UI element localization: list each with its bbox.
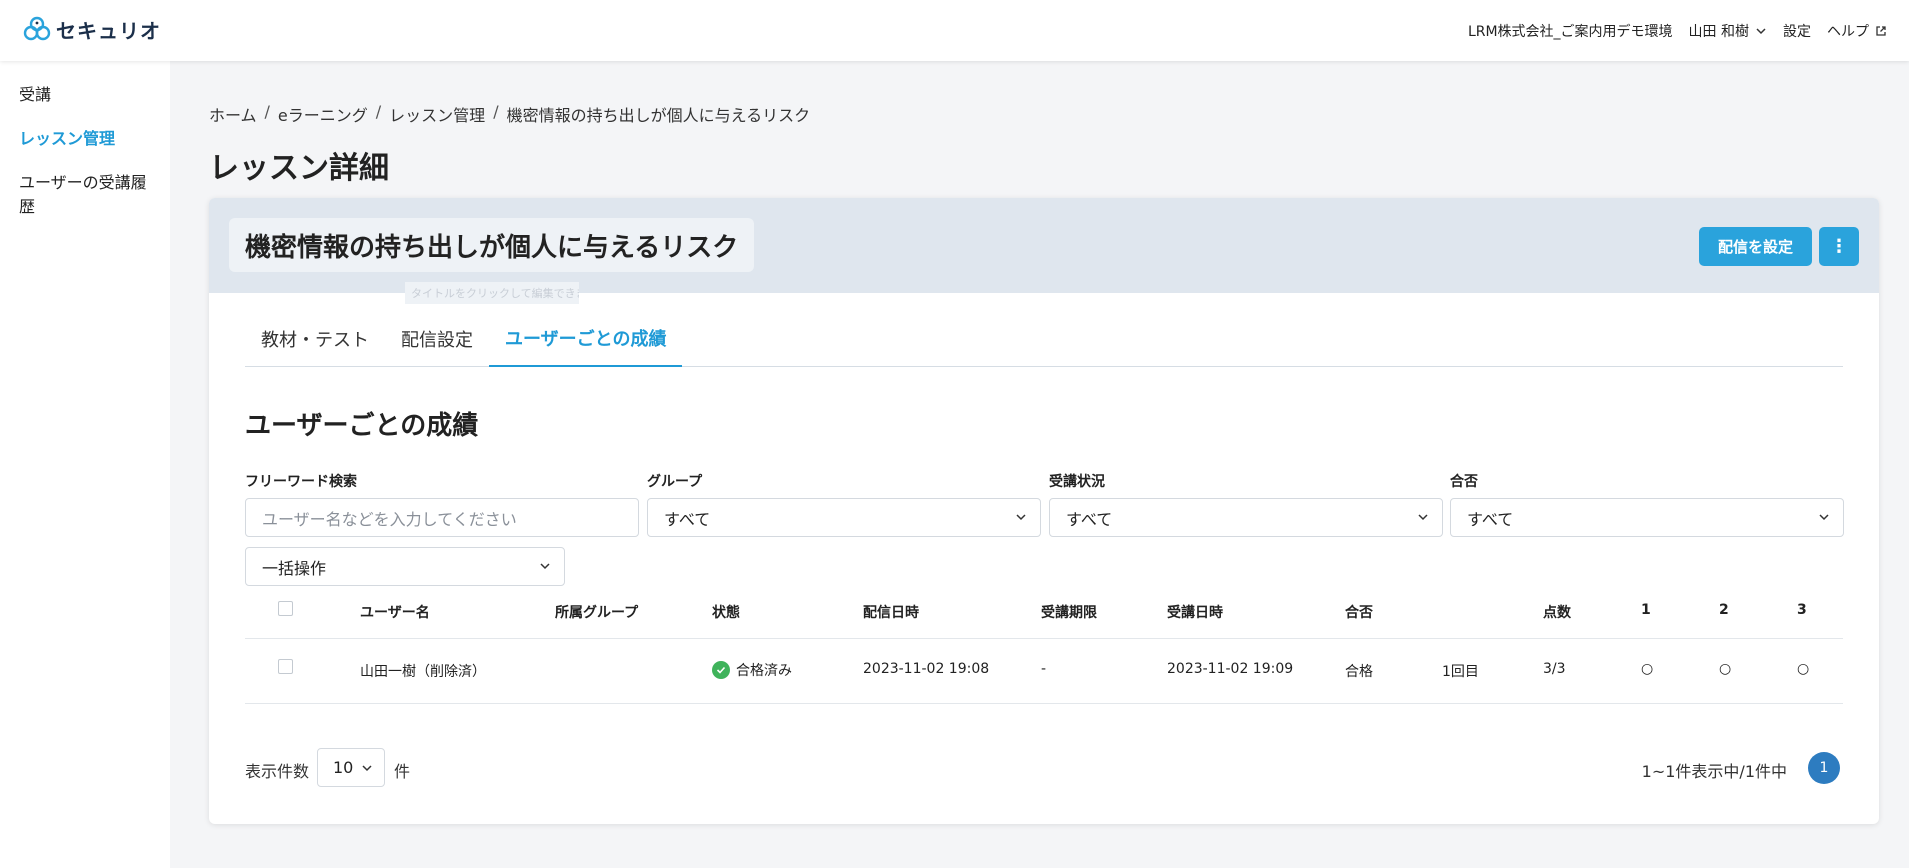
chevron-down-icon (540, 563, 550, 570)
cell-status: 合格済み (712, 660, 792, 680)
pass-label: 合否 (1450, 474, 1478, 490)
cell-result: 合格 (1345, 664, 1373, 680)
table-divider (245, 703, 1843, 704)
deliver-settings-button[interactable]: 配信を設定 (1699, 227, 1812, 266)
cell-user[interactable]: 山田一樹（削除済） (360, 661, 486, 681)
col-delivered[interactable]: 配信日時 (863, 602, 919, 622)
col-q3: 3 (1797, 602, 1807, 618)
table-divider (245, 638, 1843, 639)
group-label: グループ (647, 474, 703, 490)
per-page-unit: 件 (394, 762, 411, 781)
col-group[interactable]: 所属グループ (555, 602, 638, 622)
tab-bar: 教材・テスト 配信設定 ユーザーごとの成績 (245, 310, 1843, 367)
col-status[interactable]: 状態 (712, 602, 740, 622)
status-select-value: すべて (1066, 509, 1113, 529)
col-taken[interactable]: 受講日時 (1167, 602, 1223, 622)
help-label: ヘルプ (1827, 23, 1869, 40)
help-link[interactable]: ヘルプ (1827, 21, 1887, 41)
pass-select-value: すべて (1467, 509, 1514, 529)
cell-q2: ○ (1719, 661, 1732, 677)
col-score[interactable]: 点数 (1543, 602, 1571, 622)
cell-score: 3/3 (1543, 661, 1566, 677)
bulk-action-label: 一括操作 (262, 558, 327, 578)
tab-delivery-settings[interactable]: 配信設定 (385, 310, 489, 367)
cell-q1: ○ (1641, 661, 1654, 677)
tab-materials[interactable]: 教材・テスト (245, 310, 385, 367)
page-title: レッスン詳細 (209, 151, 389, 186)
select-all-checkbox[interactable] (278, 601, 293, 616)
breadcrumb-separator: / (264, 102, 270, 121)
col-user[interactable]: ユーザー名 (360, 602, 430, 622)
pagination-summary: 1~1件表示中/1件中 (1641, 762, 1787, 781)
row-checkbox[interactable] (278, 659, 293, 674)
col-result[interactable]: 合否 (1345, 602, 1373, 622)
section-title: ユーザーごとの成績 (245, 411, 479, 441)
breadcrumb: ホーム / eラーニング / レッスン管理 / 機密情報の持ち出しが個人に与える… (209, 102, 810, 126)
cell-attempt: 1回目 (1442, 664, 1479, 680)
status-select[interactable]: すべて (1049, 498, 1443, 537)
edit-hint-tooltip: タイトルをクリックして編集できます (405, 282, 579, 304)
chevron-down-icon (1819, 514, 1829, 521)
user-name: 山田 和樹 (1688, 23, 1749, 40)
breadcrumb-elearning[interactable]: eラーニング (278, 102, 368, 126)
cell-deadline: - (1041, 661, 1047, 677)
per-page-select[interactable]: 10 (317, 748, 385, 787)
app-header: セキュリオ LRM株式会社_ご案内用デモ環境 山田 和樹 設定 ヘルプ (0, 0, 1909, 61)
settings-label: 設定 (1783, 23, 1811, 40)
keyword-search-input[interactable]: ユーザー名などを入力してください (245, 498, 639, 537)
lesson-title[interactable]: 機密情報の持ち出しが個人に与えるリスク (229, 218, 755, 272)
breadcrumb-current: 機密情報の持ち出しが個人に与えるリスク (506, 106, 811, 125)
cell-q3: ○ (1797, 661, 1810, 677)
col-q2: 2 (1719, 602, 1729, 618)
logo-icon (23, 16, 51, 41)
group-select-value: すべて (664, 509, 711, 529)
cell-taken: 2023-11-02 19:09 (1167, 661, 1294, 677)
logo-text: セキュリオ (56, 18, 161, 43)
chevron-down-icon (1418, 514, 1428, 521)
lesson-card: 機密情報の持ち出しが個人に与えるリスク 配信を設定 ⋮ タイトルをクリックして編… (209, 198, 1879, 824)
header-nav: LRM株式会社_ご案内用デモ環境 山田 和樹 設定 ヘルプ (1468, 0, 1909, 61)
sidebar-item-user-history[interactable]: ユーザーの受講履歴 (19, 171, 159, 219)
status-label: 合格済み (736, 663, 792, 679)
company-label: LRM株式会社_ご案内用デモ環境 (1467, 23, 1673, 40)
keyword-label: フリーワード検索 (245, 474, 357, 490)
sidebar-item-attend[interactable]: 受講 (19, 83, 159, 107)
company-name: LRM株式会社_ご案内用デモ環境 (1468, 21, 1673, 41)
logo[interactable]: セキュリオ (22, 14, 161, 44)
sidebar-item-lesson-management[interactable]: レッスン管理 (19, 127, 159, 151)
bulk-action-select[interactable]: 一括操作 (245, 547, 565, 586)
col-deadline[interactable]: 受講期限 (1041, 602, 1097, 622)
sidebar: 受講 レッスン管理 ユーザーの受講履歴 (0, 61, 170, 868)
breadcrumb-separator: / (375, 102, 382, 121)
breadcrumb-home[interactable]: ホーム (209, 102, 257, 126)
pass-select[interactable]: すべて (1450, 498, 1844, 537)
settings-link[interactable]: 設定 (1783, 21, 1811, 41)
page-button-1[interactable]: 1 (1808, 752, 1840, 784)
kebab-icon: ⋮ (1830, 236, 1848, 257)
more-options-button[interactable]: ⋮ (1819, 227, 1859, 266)
chevron-down-icon (362, 765, 372, 772)
col-q1: 1 (1641, 602, 1651, 618)
group-select[interactable]: すべて (647, 498, 1041, 537)
cell-delivered: 2023-11-02 19:08 (863, 661, 990, 677)
chevron-down-icon (1016, 514, 1026, 521)
per-page-value: 10 (333, 758, 354, 777)
per-page-label: 表示件数 (245, 762, 310, 781)
breadcrumb-lesson-management[interactable]: レッスン管理 (389, 102, 485, 126)
check-circle-icon (712, 661, 730, 679)
external-link-icon (1876, 25, 1886, 36)
chevron-down-icon (1756, 27, 1766, 34)
breadcrumb-separator: / (493, 102, 499, 121)
status-label: 受講状況 (1049, 474, 1105, 490)
lesson-header: 機密情報の持ち出しが個人に与えるリスク 配信を設定 ⋮ (209, 198, 1879, 293)
tab-user-results[interactable]: ユーザーごとの成績 (489, 310, 683, 367)
user-menu[interactable]: 山田 和樹 (1689, 21, 1767, 41)
